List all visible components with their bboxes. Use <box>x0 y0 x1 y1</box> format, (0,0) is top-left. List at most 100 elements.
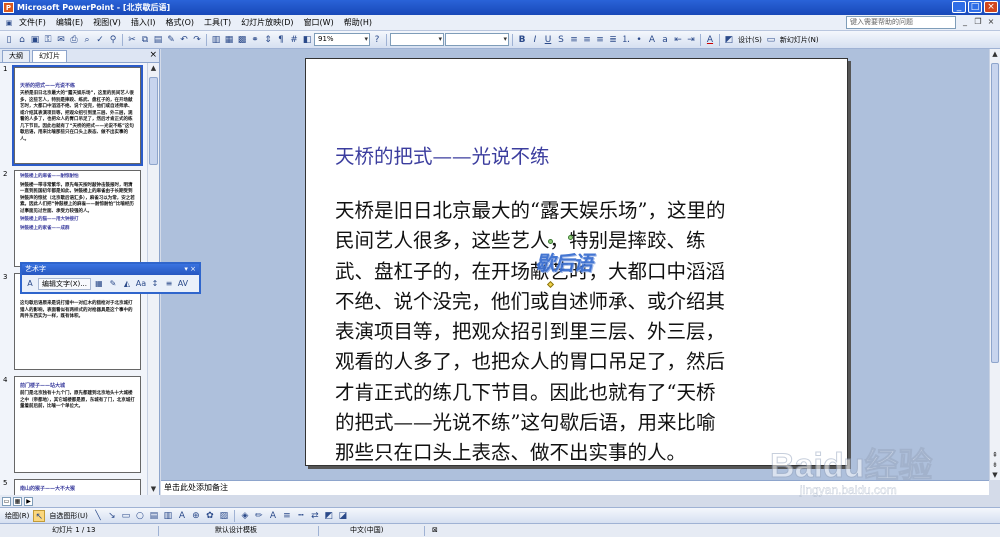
menu-format[interactable]: 格式(O) <box>160 17 199 28</box>
zoom-select[interactable]: 91% <box>314 33 370 46</box>
chart-icon[interactable]: ▥ <box>210 34 222 46</box>
font-select[interactable] <box>390 33 444 46</box>
rotate-handle[interactable] <box>568 235 573 240</box>
copy-icon[interactable]: ⧉ <box>139 34 151 46</box>
print-icon[interactable]: ⎙ <box>68 34 80 46</box>
help-search-input[interactable]: 键入需要帮助的问题 <box>846 16 956 29</box>
open-icon[interactable]: ⌂ <box>16 34 28 46</box>
menu-insert[interactable]: 插入(I) <box>126 17 161 28</box>
save-icon[interactable]: ▣ <box>29 34 41 46</box>
menu-help[interactable]: 帮助(H) <box>339 17 377 28</box>
format-wordart-icon[interactable]: ✎ <box>107 278 119 290</box>
wordart-object[interactable]: 歇后语 <box>535 247 593 276</box>
arrow-icon[interactable]: ↘ <box>106 510 118 522</box>
doc-minimize-button[interactable]: _ <box>960 17 970 27</box>
shadow-icon[interactable]: S <box>555 34 567 46</box>
font-size-select[interactable] <box>445 33 509 46</box>
slide-title[interactable]: 天桥的把式——光说不练 <box>335 140 550 169</box>
tab-outline[interactable]: 大纲 <box>2 50 30 62</box>
distributed-icon[interactable]: ≣ <box>607 34 619 46</box>
maximize-button[interactable]: □ <box>968 1 982 13</box>
expand-icon[interactable]: ⇕ <box>262 34 274 46</box>
align-right-icon[interactable]: ≡ <box>594 34 606 46</box>
previous-slide-icon[interactable]: ⇞ <box>990 450 1000 460</box>
align-center-icon[interactable]: ≡ <box>581 34 593 46</box>
same-letter-heights-icon[interactable]: Aa <box>135 278 147 290</box>
slide-thumbnail-5[interactable]: 南山的猴子——大不大猴 <box>14 479 141 495</box>
scroll-thumb[interactable] <box>149 77 158 165</box>
vertical-textbox-icon[interactable]: ▥ <box>162 510 174 522</box>
new-slide-button[interactable]: 新幻灯片(N) <box>778 35 821 45</box>
minimize-button[interactable]: _ <box>952 1 966 13</box>
show-formatting-icon[interactable]: ¶ <box>275 34 287 46</box>
spelling-icon[interactable]: ✓ <box>94 34 106 46</box>
design-icon[interactable]: ◩ <box>723 34 735 46</box>
color-grayscale-icon[interactable]: ◧ <box>301 34 313 46</box>
align-left-icon[interactable]: ≡ <box>568 34 580 46</box>
alignment-icon[interactable]: ≡ <box>163 278 175 290</box>
new-slide-icon[interactable]: ▭ <box>765 34 777 46</box>
vertical-text-icon[interactable]: ↕ <box>149 278 161 290</box>
line-color-icon[interactable]: ✏ <box>253 510 265 522</box>
shadow-style-icon[interactable]: ◩ <box>323 510 335 522</box>
slide-thumbnail-2[interactable]: 钟鼓楼上的麻雀——耐惊耐怕 钟鼓楼一带非常繁华，原先每天按时敲钟击鼓报时，明清一… <box>14 170 141 267</box>
numbering-icon[interactable]: ⒈ <box>620 34 632 46</box>
permission-icon[interactable]: ⚿ <box>42 34 54 46</box>
table-icon[interactable]: ▦ <box>223 34 235 46</box>
hyperlink-icon[interactable]: ⚭ <box>249 34 261 46</box>
increase-indent-icon[interactable]: ⇥ <box>685 34 697 46</box>
picture-icon[interactable]: ▨ <box>218 510 230 522</box>
slide-canvas[interactable]: 天桥的把式——光说不练 天桥是旧日北京最大的“露天娱乐场”，这里的 民间艺人很多… <box>305 58 848 466</box>
slide-thumbnail-4[interactable]: 前门楼子——站大城 前门是北京独有十九个门，原先都建到北京地头十大城楼之中（帝都… <box>14 376 141 473</box>
dash-style-icon[interactable]: ┅ <box>295 510 307 522</box>
line-style-icon[interactable]: ≡ <box>281 510 293 522</box>
format-painter-icon[interactable]: ✎ <box>165 34 177 46</box>
decrease-indent-icon[interactable]: ⇤ <box>672 34 684 46</box>
preview-icon[interactable]: ⌕ <box>81 34 93 46</box>
edit-text-button[interactable]: 编辑文字(X)... <box>38 277 91 290</box>
insert-wordart-icon[interactable]: A <box>24 278 36 290</box>
font-color-icon[interactable]: A <box>704 34 716 46</box>
slideshow-icon[interactable]: ▶ <box>24 496 33 506</box>
line-icon[interactable]: ╲ <box>92 510 104 522</box>
insert-wordart-icon[interactable]: A <box>176 510 188 522</box>
clipart-icon[interactable]: ✿ <box>204 510 216 522</box>
menu-window[interactable]: 窗口(W) <box>299 17 339 28</box>
normal-view-icon[interactable]: ▭ <box>2 496 11 506</box>
resize-handle[interactable] <box>548 239 553 244</box>
underline-icon[interactable]: U <box>542 34 554 46</box>
increase-font-icon[interactable]: A <box>646 34 658 46</box>
scroll-down-icon[interactable]: ▼ <box>148 484 159 495</box>
char-spacing-icon[interactable]: AV <box>177 278 189 290</box>
slide-sorter-icon[interactable]: ▦ <box>13 496 22 506</box>
pane-close-icon[interactable]: × <box>149 50 157 60</box>
autoshapes-button[interactable]: 自选图形(U) <box>47 511 90 521</box>
font-color-icon[interactable]: A <box>267 510 279 522</box>
wordart-shape-icon[interactable]: ◭ <box>121 278 133 290</box>
rectangle-icon[interactable]: ▭ <box>120 510 132 522</box>
tables-borders-icon[interactable]: ▩ <box>236 34 248 46</box>
arrow-style-icon[interactable]: ⇄ <box>309 510 321 522</box>
scroll-up-icon[interactable]: ▲ <box>990 49 1000 59</box>
next-slide-icon[interactable]: ⇟ <box>990 460 1000 470</box>
scroll-down-icon[interactable]: ▼ <box>990 470 1000 480</box>
draw-menu-button[interactable]: 绘图(R) <box>3 511 31 521</box>
grid-icon[interactable]: # <box>288 34 300 46</box>
wordart-toolbar-close[interactable]: ▾ × <box>184 264 196 275</box>
menu-edit[interactable]: 编辑(E) <box>51 17 88 28</box>
menu-slideshow[interactable]: 幻灯片放映(D) <box>236 17 298 28</box>
wordart-toolbar-title[interactable]: 艺术字 ▾ × <box>22 264 199 275</box>
redo-icon[interactable]: ↷ <box>191 34 203 46</box>
bullets-icon[interactable]: • <box>633 34 645 46</box>
scroll-thumb[interactable] <box>991 63 999 363</box>
textbox-icon[interactable]: ▤ <box>148 510 160 522</box>
paste-icon[interactable]: ▤ <box>152 34 164 46</box>
undo-icon[interactable]: ↶ <box>178 34 190 46</box>
wordart-gallery-icon[interactable]: ▦ <box>93 278 105 290</box>
wordart-toolbar[interactable]: 艺术字 ▾ × A 编辑文字(X)... ▦ ✎ ◭ Aa ↕ ≡ AV <box>20 262 201 294</box>
select-objects-icon[interactable]: ↖ <box>33 509 46 522</box>
new-icon[interactable]: ▯ <box>3 34 15 46</box>
oval-icon[interactable]: ○ <box>134 510 146 522</box>
tab-slides[interactable]: 幻灯片 <box>32 50 67 62</box>
3d-style-icon[interactable]: ◪ <box>337 510 349 522</box>
